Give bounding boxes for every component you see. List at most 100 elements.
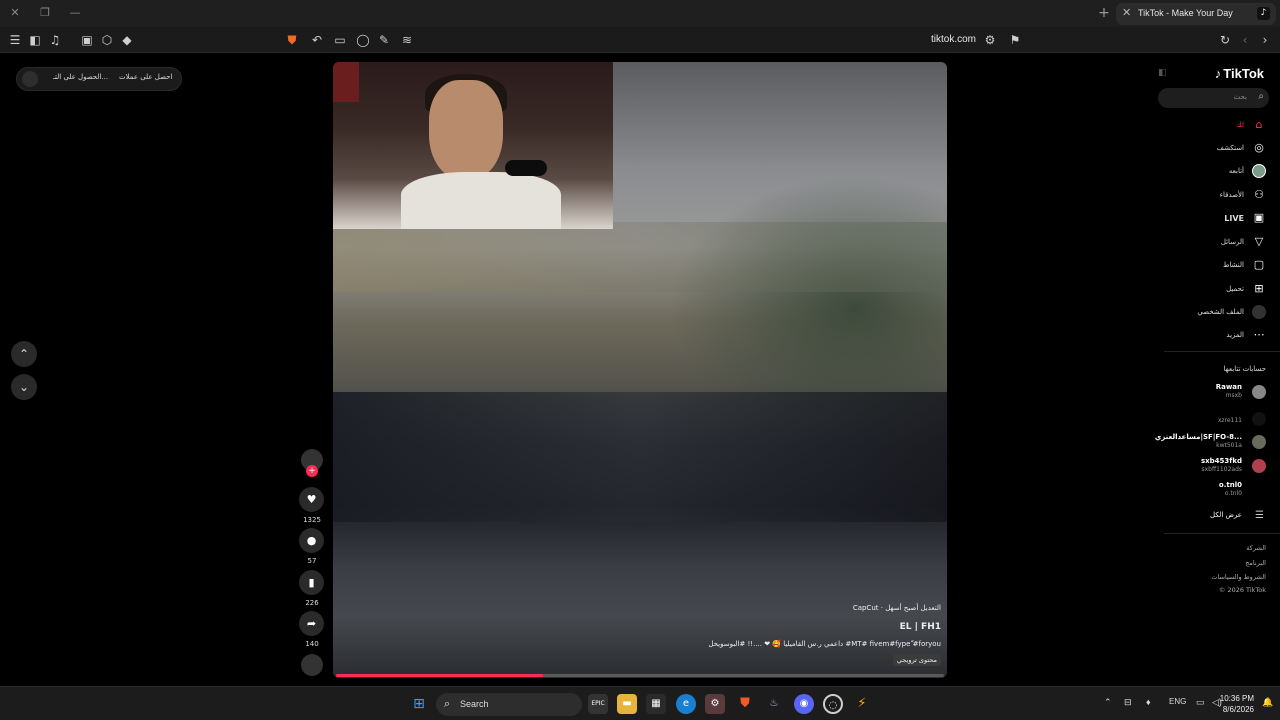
app-icon[interactable]: ⚡ [852,694,872,714]
search-input[interactable]: بحث ⌕ [1158,88,1269,108]
windows-start-icon[interactable]: ⊞ [409,694,429,714]
language-indicator[interactable]: ENG [1169,697,1186,706]
video-player[interactable]: CapCut · التعديل أصبح أسهل EL | FH1 داعم… [333,62,947,678]
nav-item-activity[interactable]: النشاط ▢ [1156,258,1266,274]
previous-video-button[interactable]: ⌃ [11,341,37,367]
tiktok-logo[interactable]: ♪ TikTok [1215,66,1264,81]
promo-item-2[interactable]: احصل على عملات [119,73,172,81]
brave-icon[interactable]: ⛊ [735,694,755,714]
search-icon: ⌕ [444,697,451,710]
home-icon: ⌂ [1255,118,1263,131]
more-icon: ⋯ [1253,328,1265,341]
epic-games-icon[interactable]: EPIC [588,694,608,714]
back-icon[interactable]: ‹ [1237,32,1253,48]
music-disc-icon[interactable] [301,654,323,676]
save-count: 226 [305,599,319,607]
follow-plus-icon[interactable]: + [306,465,318,477]
display-icon[interactable]: ▭ [1196,697,1205,708]
restore-window-icon[interactable]: ❐ [38,6,52,20]
video-progress-bar[interactable] [336,674,944,677]
avatar-icon [1252,164,1266,178]
wave-icon[interactable]: ≋ [399,32,415,48]
footer-link[interactable]: الشروط والسياسات [1211,573,1266,581]
following-account[interactable]: مساعدالعنزي|SF|FO-8... kwt501a [1150,433,1266,451]
steam-icon[interactable]: ♨ [764,694,784,714]
edge-icon[interactable]: e [676,694,696,714]
message-icon: ▢ [1253,258,1265,271]
progress-fill [336,674,543,677]
taskbar-search[interactable]: ⌕ Search [436,693,582,716]
screen-icon[interactable]: ▭ [332,32,348,48]
coins-promo-bar[interactable]: الحصول على التـ... احصل على عملات [16,67,182,91]
following-account[interactable]: Rawan msxb [1150,383,1266,401]
compass-icon: ◎ [1254,141,1264,154]
footer-link[interactable]: الشركة [1246,544,1266,552]
chrome-icon[interactable]: ◌ [823,694,843,714]
network-tray-icon[interactable]: ⊟ [1124,697,1132,708]
following-account[interactable]: sxb453fkd sxbff1102ads [1150,457,1266,475]
forward-icon[interactable]: › [1257,32,1273,48]
capcut-label[interactable]: CapCut · التعديل أصبح أسهل [853,604,941,612]
comment-button[interactable]: ● [299,528,324,553]
microphone-icon[interactable]: ♦ [1146,697,1151,707]
reload-icon[interactable]: ↻ [1217,32,1233,48]
nav-item-friends[interactable]: الأصدقاء ⚇ [1156,188,1266,204]
nav-item-live[interactable]: LIVE ▣ [1156,211,1266,227]
sidebar-toggle-icon[interactable]: ◧ [27,32,43,48]
comment-icon: ● [306,534,317,547]
system-clock[interactable]: 10:36 PM 8/6/2026 [1220,693,1254,715]
streamer-facecam [333,62,613,229]
following-account[interactable]: xzre111 [1150,410,1266,428]
save-button[interactable]: ▮ [299,570,324,595]
nav-item-explore[interactable]: استكشف ◎ [1156,141,1266,157]
collapse-sidebar-icon[interactable]: ◧ [1158,68,1167,78]
like-button[interactable]: ♥ [299,487,324,512]
brave-shield-icon[interactable]: ⛊ [284,32,300,48]
following-account[interactable]: o.tnl0 o.tnl0 [1150,481,1266,499]
share-button[interactable]: ➦ [299,611,324,636]
footer-link[interactable]: البرنامج [1245,559,1266,567]
menu-icon[interactable]: ☰ [7,32,23,48]
steelseries-icon[interactable]: ⚙ [705,694,725,714]
see-all-button[interactable]: عرض الكل ☰ [1150,509,1266,527]
tiktok-note-icon: ♪ [1214,66,1222,81]
back-arrow-icon[interactable]: ↶ [309,32,325,48]
notification-bell-icon[interactable]: 🔔 [1262,697,1273,708]
chat-icon[interactable]: ◯ [355,32,371,48]
send-icon: ▽ [1254,235,1264,248]
page-content: الحصول على التـ... احصل على عملات ⌃ ⌄ Ca… [0,54,1280,686]
nav-item-following[interactable]: أتابعه [1156,164,1266,180]
draw-icon[interactable]: ✎ [376,32,392,48]
music-icon[interactable]: ♫ [47,32,63,48]
nav-item-messages[interactable]: الرسائل ▽ [1156,235,1266,251]
microsoft-store-icon[interactable]: ▦ [646,694,666,714]
new-tab-button[interactable]: + [1096,5,1112,21]
vpn-icon[interactable]: ◆ [119,32,135,48]
browser-tab[interactable]: ✕ TikTok - Make Your Day ♪ [1116,3,1276,25]
close-tab-icon[interactable]: ✕ [1122,6,1131,19]
divider [1164,351,1280,352]
address-bar[interactable]: tiktok.com [931,34,976,45]
close-window-icon[interactable]: ✕ [8,6,22,20]
file-explorer-icon[interactable]: ▬ [617,694,637,714]
promo-item-1[interactable]: الحصول على التـ... [53,73,108,81]
nav-item-more[interactable]: المزيد ⋯ [1156,328,1266,344]
copyright: © 2026 TikTok [1218,586,1266,594]
nav-item-profile[interactable]: الملف الشخصي [1156,305,1266,321]
share-arrow-icon: ➦ [306,617,317,630]
profile-icon [1252,305,1266,319]
nav-item-for-you[interactable]: لك ⌂ [1156,118,1266,134]
bookmark-icon[interactable]: ⚑ [1007,32,1023,48]
minimize-window-icon[interactable]: — [68,6,82,20]
tab-manager-icon[interactable]: ▣ [79,32,95,48]
discord-icon[interactable]: ◉ [794,694,814,714]
chevron-down-icon: ⌄ [18,380,30,394]
chevron-up-icon[interactable]: ⌃ [1104,697,1112,708]
video-author[interactable]: EL | FH1 [900,622,941,632]
tiktok-sidebar: ◧ ♪ TikTok بحث ⌕ لك ⌂ استكشف ◎ أتابعه الأ… [1150,54,1280,686]
extensions-icon[interactable]: ⬡ [99,32,115,48]
nav-item-upload[interactable]: تحميل ⊞ [1156,282,1266,298]
next-video-button[interactable]: ⌄ [11,374,37,400]
site-settings-icon[interactable]: ⚙ [982,32,998,48]
search-icon[interactable]: ⌕ [1258,91,1264,102]
